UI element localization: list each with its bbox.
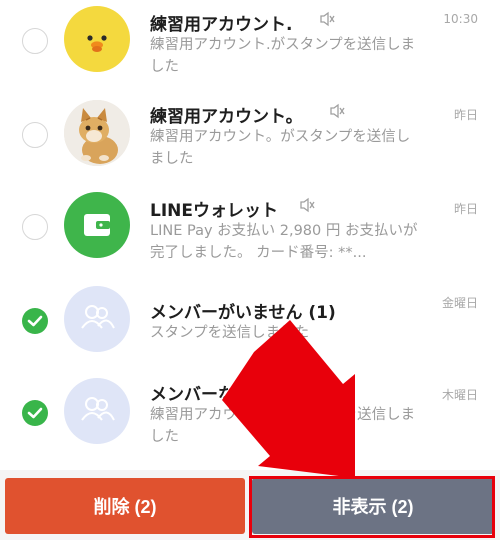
chat-name: メンバーなし bbox=[150, 385, 252, 405]
avatar bbox=[64, 286, 130, 352]
checkmark-icon bbox=[27, 315, 43, 327]
wallet-icon bbox=[84, 214, 110, 236]
action-bar: 削除 (2) 非表示 (2) bbox=[0, 470, 500, 540]
chat-preview: 練習用アカウント.がスタンプを送信しました bbox=[150, 407, 416, 445]
chat-row[interactable]: メンバーなし 木曜日 練習用アカウント.がスタンプを送信しました bbox=[0, 364, 500, 456]
chat-name: 練習用アカウント. bbox=[150, 15, 293, 35]
group-people-icon bbox=[81, 305, 115, 329]
chat-preview: 練習用アカウント.がスタンプを送信しました bbox=[150, 37, 416, 75]
chat-time: 昨日 bbox=[453, 202, 478, 216]
chat-row[interactable]: 練習用アカウント。 昨日 練習用アカウント。がスタンプを送信しました bbox=[0, 84, 500, 176]
select-checkbox[interactable] bbox=[22, 122, 48, 148]
chat-list: 練習用アカウント. 10:30 練習用アカウント.がスタンプを送信しました 練習… bbox=[0, 0, 500, 470]
chat-time: 10:30 bbox=[443, 12, 478, 26]
avatar bbox=[64, 100, 130, 166]
speaker-muted-icon bbox=[300, 197, 315, 213]
chat-name: 練習用アカウント。 bbox=[150, 107, 303, 127]
delete-button[interactable]: 削除 (2) bbox=[5, 478, 245, 534]
chat-time: 木曜日 bbox=[441, 388, 478, 402]
select-checkbox[interactable] bbox=[22, 400, 48, 426]
hide-button[interactable]: 非表示 (2) bbox=[252, 478, 494, 534]
chat-name: メンバーがいません (1) bbox=[150, 303, 336, 323]
avatar bbox=[64, 6, 130, 72]
chat-row[interactable]: メンバーがいません (1) 金曜日 スタンプを送信しました bbox=[0, 272, 500, 364]
chat-name: LINEウォレット bbox=[150, 201, 278, 221]
chat-preview: 練習用アカウント。がスタンプを送信しました bbox=[150, 129, 411, 167]
select-checkbox[interactable] bbox=[22, 28, 48, 54]
avatar bbox=[64, 378, 130, 444]
avatar bbox=[64, 192, 130, 258]
speaker-muted-icon bbox=[330, 103, 345, 119]
group-people-icon bbox=[81, 397, 115, 421]
chat-preview: LINE Pay お支払い 2,980 円 お支払いが完了しました。 カード番号… bbox=[150, 223, 418, 261]
chat-preview: スタンプを送信しました bbox=[150, 325, 310, 341]
kitten-photo bbox=[64, 100, 130, 166]
chat-row[interactable]: 練習用アカウント. 10:30 練習用アカウント.がスタンプを送信しました bbox=[0, 0, 500, 84]
speaker-muted-icon bbox=[320, 11, 335, 27]
yellow-chick-sticker-icon bbox=[87, 35, 107, 52]
chat-time: 金曜日 bbox=[441, 296, 478, 310]
checkmark-icon bbox=[27, 407, 43, 419]
select-checkbox[interactable] bbox=[22, 308, 48, 334]
select-checkbox[interactable] bbox=[22, 214, 48, 240]
chat-time: 昨日 bbox=[453, 108, 478, 122]
chat-row[interactable]: LINEウォレット 昨日 LINE Pay お支払い 2,980 円 お支払いが… bbox=[0, 178, 500, 270]
